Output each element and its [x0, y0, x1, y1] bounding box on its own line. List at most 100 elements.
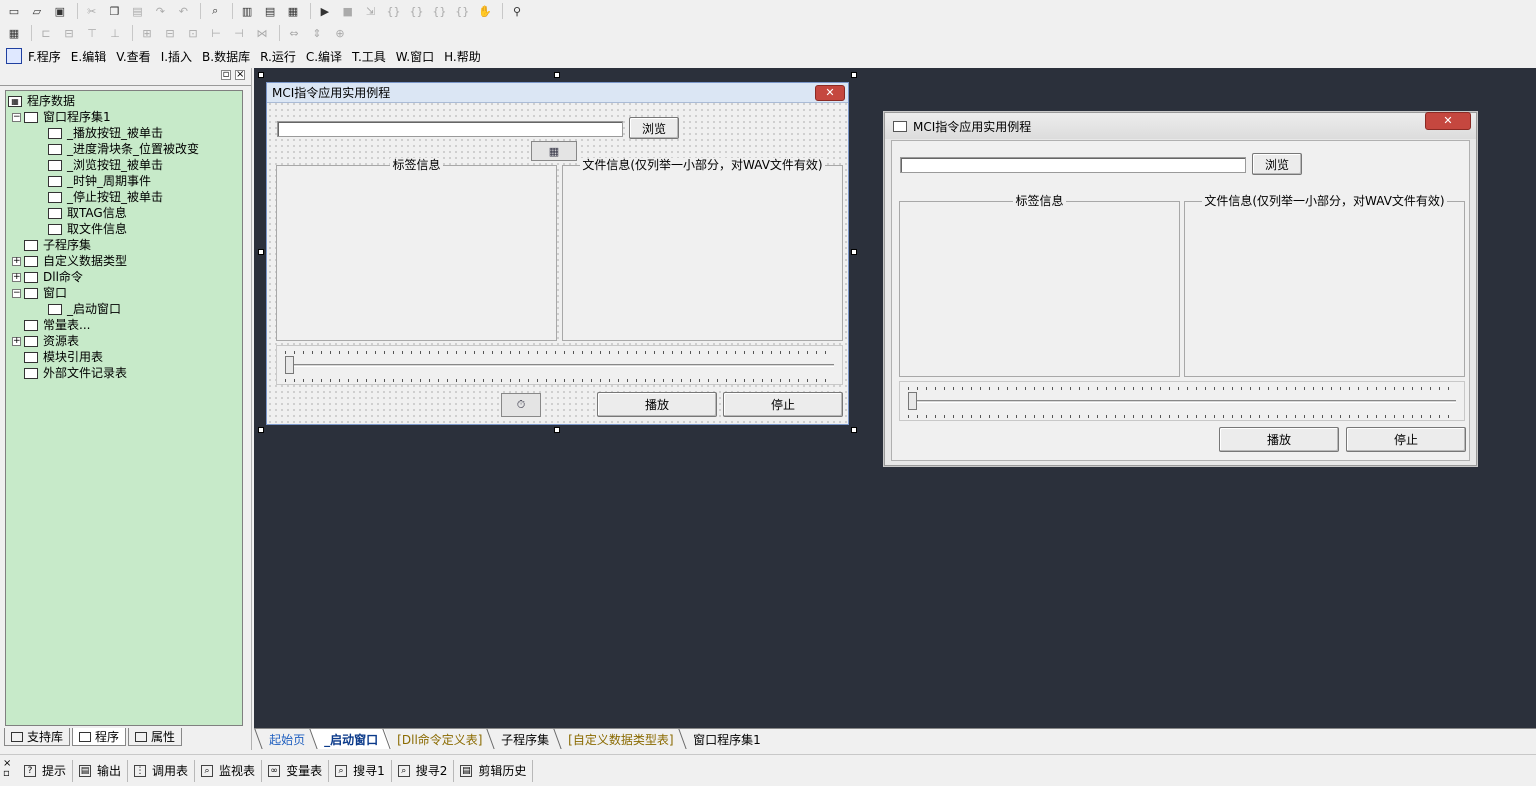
restore-pane-icon[interactable]: ▫ [221, 70, 231, 80]
resize-handle[interactable] [258, 427, 264, 433]
tree-item[interactable]: 模块引用表 [6, 349, 242, 365]
progress-slider[interactable] [276, 345, 843, 385]
hand-icon[interactable]: ✋ [475, 2, 495, 20]
tree-root[interactable]: ▦ 程序数据 [6, 93, 242, 109]
calculator-icon[interactable]: ▦ [4, 24, 24, 42]
center-both-icon[interactable]: ⊕ [330, 24, 350, 42]
tab-clip-history[interactable]: ▤ 剪辑历史 [454, 759, 534, 782]
preview-window[interactable]: MCI指令应用实用例程 ✕ 浏览 标签信息 文件信息(仅列举一小部分，对WAV文… [884, 112, 1477, 466]
progress-slider[interactable] [899, 381, 1465, 421]
doc-tab[interactable]: 窗口程序集1 [678, 729, 774, 749]
run-to-cursor-icon[interactable]: {} [452, 2, 472, 20]
stop-run-icon[interactable]: ■ [338, 2, 358, 20]
preview-window-titlebar[interactable]: MCI指令应用实用例程 [885, 113, 1476, 139]
doc-tab[interactable]: [Dll命令定义表] [382, 729, 496, 749]
resize-handle[interactable] [258, 72, 264, 78]
close-icon[interactable]: ✕ [815, 85, 845, 101]
same-height-icon[interactable]: ⊟ [160, 24, 180, 42]
run-icon[interactable]: ▶ [315, 2, 335, 20]
tab-search1[interactable]: ⌕ 搜寻1 [329, 759, 392, 782]
expand-icon[interactable]: + [12, 256, 21, 266]
tab-properties[interactable]: 属性 [128, 728, 183, 746]
tab-call-stack[interactable]: ⋮ 调用表 [128, 759, 196, 782]
layout-top-icon[interactable]: ▤ [260, 2, 280, 20]
tree-item[interactable]: 常量表... [6, 317, 242, 333]
tree-item[interactable]: − 窗口 [6, 285, 242, 301]
tree-item[interactable]: _播放按钮_被单击 [6, 125, 242, 141]
tab-search2[interactable]: ⌕ 搜寻2 [392, 759, 455, 782]
doc-tab[interactable]: 子程序集 [486, 729, 563, 749]
tree-item[interactable]: + 资源表 [6, 333, 242, 349]
tree-item[interactable]: − 窗口程序集1 [6, 109, 242, 125]
resize-handle[interactable] [851, 427, 857, 433]
menu-database[interactable]: B.数据库 [202, 48, 250, 65]
tree-item[interactable]: _停止按钮_被单击 [6, 189, 242, 205]
menu-edit[interactable]: E.编辑 [71, 48, 106, 65]
binoculars-icon[interactable]: ⚲ [507, 2, 527, 20]
close-panel-icon[interactable]: × ▫ [3, 759, 11, 779]
space-vertical-icon[interactable]: ⊣ [229, 24, 249, 42]
tab-program[interactable]: 程序 [72, 728, 127, 746]
doc-tab[interactable]: 起始页 [254, 729, 319, 749]
cut-icon[interactable]: ✂ [82, 2, 102, 20]
menu-run[interactable]: R.运行 [260, 48, 296, 65]
layout-split-icon[interactable]: ▦ [283, 2, 303, 20]
tree-item[interactable]: _进度滑块条_位置被改变 [6, 141, 242, 157]
align-middle-icon[interactable]: ⊥ [105, 24, 125, 42]
tree-item[interactable]: _时钟_周期事件 [6, 173, 242, 189]
resize-handle[interactable] [554, 427, 560, 433]
design-window[interactable]: MCI指令应用实用例程 ✕ 浏览 ▦ 标签信息 文件信息(仅列举一小部分，对WA… [266, 82, 849, 425]
menu-window[interactable]: W.窗口 [396, 48, 434, 65]
resize-handle[interactable] [851, 72, 857, 78]
slider-thumb[interactable] [285, 356, 294, 374]
doc-tab[interactable]: _启动窗口 [309, 729, 392, 749]
stop-button[interactable]: 停止 [1346, 427, 1466, 452]
menu-help[interactable]: H.帮助 [444, 48, 481, 65]
center-horizontal-icon[interactable]: ⇔ [284, 24, 304, 42]
file-path-input[interactable] [277, 121, 623, 137]
step-icon[interactable]: ⇲ [361, 2, 381, 20]
menu-compile[interactable]: C.编译 [306, 48, 342, 65]
copy-icon[interactable]: ❐ [105, 2, 125, 20]
space-equal-icon[interactable]: ⋈ [252, 24, 272, 42]
save-icon[interactable]: ▣ [50, 2, 70, 20]
paste-icon[interactable]: ▤ [128, 2, 148, 20]
browse-button[interactable]: 浏览 [629, 117, 679, 139]
tab-watch[interactable]: ⌕ 监视表 [195, 759, 263, 782]
collapse-icon[interactable]: − [12, 288, 21, 298]
tree-item[interactable]: 子程序集 [6, 237, 242, 253]
align-left-icon[interactable]: ⊏ [36, 24, 56, 42]
timer-icon[interactable]: ⏱ [501, 393, 541, 417]
collapse-icon[interactable]: − [12, 112, 21, 122]
open-file-icon[interactable]: ▱ [27, 2, 47, 20]
tab-variables[interactable]: ∞ 变量表 [262, 759, 330, 782]
find-icon[interactable]: ⌕ [205, 2, 225, 20]
resize-handle[interactable] [554, 72, 560, 78]
file-path-input[interactable] [900, 157, 1246, 173]
step-over-icon[interactable]: {} [407, 2, 427, 20]
expand-icon[interactable]: + [12, 336, 21, 346]
expand-icon[interactable]: + [12, 272, 21, 282]
resize-handle[interactable] [851, 249, 857, 255]
resize-handle[interactable] [258, 249, 264, 255]
step-out-icon[interactable]: {} [429, 2, 449, 20]
same-width-icon[interactable]: ⊞ [137, 24, 157, 42]
step-into-icon[interactable]: {} [384, 2, 404, 20]
menu-tools[interactable]: T.工具 [352, 48, 386, 65]
same-size-icon[interactable]: ⊡ [183, 24, 203, 42]
layout-left-icon[interactable]: ▥ [237, 2, 257, 20]
tree-item[interactable]: + 自定义数据类型 [6, 253, 242, 269]
tab-support-library[interactable]: 支持库 [4, 728, 71, 746]
tree-item[interactable]: 取TAG信息 [6, 205, 242, 221]
tree-item[interactable]: _启动窗口 [6, 301, 242, 317]
tree-item[interactable]: + Dll命令 [6, 269, 242, 285]
redo-icon[interactable]: ↷ [150, 2, 170, 20]
slider-thumb[interactable] [908, 392, 917, 410]
tree-item[interactable]: 外部文件记录表 [6, 365, 242, 381]
new-file-icon[interactable]: ▭ [4, 2, 24, 20]
doc-tab[interactable]: [自定义数据类型表] [553, 729, 688, 749]
browse-button[interactable]: 浏览 [1252, 153, 1302, 175]
tree-item[interactable]: 取文件信息 [6, 221, 242, 237]
align-center-icon[interactable]: ⊟ [59, 24, 79, 42]
play-button[interactable]: 播放 [1219, 427, 1339, 452]
